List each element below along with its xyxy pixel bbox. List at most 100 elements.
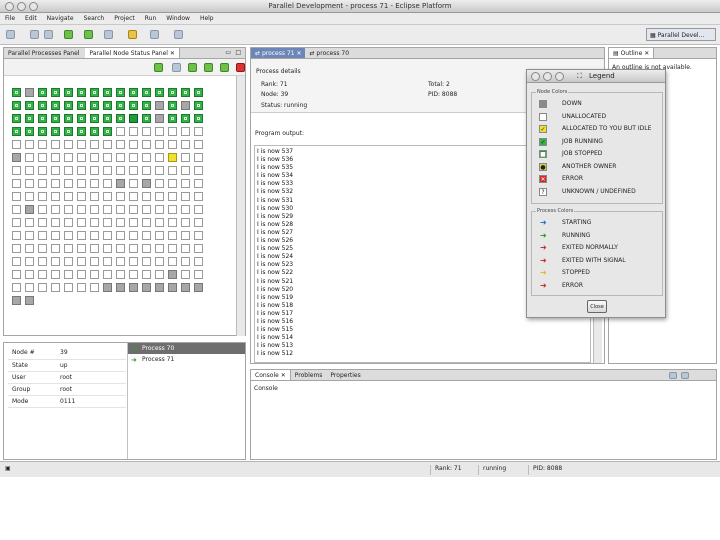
node-cell[interactable] [181,166,190,175]
node-cell[interactable] [168,166,177,175]
node-cell[interactable] [103,257,112,266]
run-icon[interactable] [84,30,93,39]
node-cell[interactable] [77,179,86,188]
node-cell[interactable] [103,88,112,97]
node-cell[interactable] [142,257,151,266]
node-cell[interactable] [51,140,60,149]
node-cell[interactable] [129,244,138,253]
node-cell[interactable] [25,205,34,214]
node-cell[interactable] [25,257,34,266]
node-cell[interactable] [103,218,112,227]
node-cell[interactable] [129,127,138,136]
node-cell[interactable] [90,114,99,123]
node-cell[interactable] [77,166,86,175]
node-cell[interactable] [25,101,34,110]
node-cell[interactable] [90,153,99,162]
node-cell[interactable] [77,218,86,227]
node-cell[interactable] [90,205,99,214]
node-cell[interactable] [103,140,112,149]
node-cell[interactable] [103,244,112,253]
node-cell[interactable] [168,140,177,149]
menu-window[interactable]: Window [161,13,195,22]
node-cell[interactable] [12,88,21,97]
node-cell[interactable] [142,127,151,136]
node-cell[interactable] [155,179,164,188]
fast-view-icon[interactable]: ▣ [5,465,11,472]
node-cell[interactable] [155,257,164,266]
node-cell[interactable] [90,218,99,227]
node-cell[interactable] [77,88,86,97]
node-cell[interactable] [64,114,73,123]
display-console-icon[interactable] [681,372,689,379]
node-cell[interactable] [12,257,21,266]
node-cell[interactable] [142,153,151,162]
node-cell[interactable] [12,101,21,110]
node-cell[interactable] [25,231,34,240]
node-cell[interactable] [142,192,151,201]
node-cell[interactable] [51,218,60,227]
node-cell[interactable] [116,270,125,279]
node-cell[interactable] [129,88,138,97]
close-tab-icon[interactable]: ✕ [170,50,175,57]
tab-process-71[interactable]: ⇄ process 71 ✕ [251,48,306,58]
node-grid-scrollbar[interactable] [236,76,245,336]
new-icon[interactable] [6,30,15,39]
node-cell[interactable] [155,218,164,227]
zoom-icon[interactable] [188,63,197,72]
tab-properties[interactable]: Properties [326,370,364,380]
node-cell[interactable] [90,231,99,240]
node-cell[interactable] [25,244,34,253]
pin-icon[interactable] [128,30,137,39]
tab-console[interactable]: Console ✕ [251,370,291,380]
minimize-view-icon[interactable]: ▭ [225,49,231,56]
node-cell[interactable] [90,244,99,253]
node-cell[interactable] [103,114,112,123]
node-cell[interactable] [103,205,112,214]
node-cell[interactable] [116,257,125,266]
node-cell[interactable] [194,153,203,162]
node-cell[interactable] [38,166,47,175]
node-cell[interactable] [155,192,164,201]
node-cell[interactable] [38,192,47,201]
node-cell[interactable] [116,244,125,253]
node-cell[interactable] [38,270,47,279]
node-cell[interactable] [155,140,164,149]
menu-run[interactable]: Run [140,13,162,22]
node-cell[interactable] [12,283,21,292]
node-cell[interactable] [155,270,164,279]
node-cell[interactable] [90,257,99,266]
node-cell[interactable] [12,244,21,253]
node-cell[interactable] [38,218,47,227]
node-cell[interactable] [77,114,86,123]
node-cell[interactable] [194,114,203,123]
tab-parallel-processes[interactable]: Parallel Processes Panel [4,48,83,58]
columns-icon[interactable] [204,63,213,72]
node-cell[interactable] [142,205,151,214]
node-cell[interactable] [129,218,138,227]
node-cell[interactable] [25,140,34,149]
node-cell[interactable] [51,179,60,188]
node-cell[interactable] [116,88,125,97]
node-cell[interactable] [168,88,177,97]
node-cell[interactable] [77,153,86,162]
node-cell[interactable] [90,192,99,201]
node-cell[interactable] [155,88,164,97]
node-cell[interactable] [168,153,177,162]
menu-help[interactable]: Help [195,13,219,22]
node-cell[interactable] [51,166,60,175]
node-cell[interactable] [51,101,60,110]
node-cell[interactable] [181,140,190,149]
grid-view-icon[interactable] [172,63,181,72]
node-cell[interactable] [103,192,112,201]
tab-outline[interactable]: ▤ Outline ✕ [609,48,655,58]
node-cell[interactable] [194,127,203,136]
node-cell[interactable] [142,231,151,240]
node-cell[interactable] [194,244,203,253]
node-cell[interactable] [25,192,34,201]
node-cell[interactable] [90,88,99,97]
node-cell[interactable] [155,101,164,110]
node-cell[interactable] [25,153,34,162]
node-cell[interactable] [129,114,138,123]
node-cell[interactable] [77,244,86,253]
node-cell[interactable] [142,114,151,123]
